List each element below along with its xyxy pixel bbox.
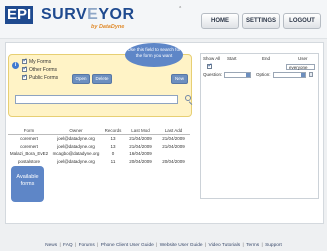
footer-link-website-guide[interactable]: Website User Guide — [160, 243, 203, 248]
cell-last-add: 21/04/2009 — [162, 136, 185, 142]
col-last-add[interactable]: Last Add — [157, 126, 190, 135]
new-button[interactable]: New — [171, 74, 188, 84]
search-help-tooltip: Use this field to search for the form yo… — [125, 43, 183, 67]
logout-button[interactable]: LOGOUT — [283, 13, 321, 29]
cell-form: coremert — [20, 143, 38, 149]
footer-link-video-tutorials[interactable]: Video Tutorials — [209, 243, 241, 248]
cell-last-mod: 16/04/2009 — [129, 151, 152, 157]
option-label: Option: — [256, 72, 271, 77]
cell-records: 11 — [110, 158, 116, 164]
cell-last-add: 20/04/2009 — [162, 158, 185, 164]
cell-records: 13 — [110, 143, 116, 149]
footer-link-forums[interactable]: Forums — [79, 243, 95, 248]
col-last-mod[interactable]: Last Mod — [124, 126, 157, 135]
col-records[interactable]: Records — [102, 126, 124, 135]
table-row[interactable]: Malazi_Bora_EvE2 mcagbo@datadyne.org 0 1… — [8, 150, 190, 158]
cell-owner: joel@datadyne.org — [57, 143, 95, 149]
footer-link-phone-guide[interactable]: Phone Client User Guide — [101, 243, 154, 248]
question-label: Question: — [203, 72, 223, 77]
info-icon[interactable]: i — [12, 62, 19, 69]
logo-epi: EPI — [5, 6, 34, 24]
end-label: End — [262, 56, 271, 61]
search-input[interactable] — [15, 95, 178, 104]
cell-records: 13 — [110, 136, 116, 142]
cell-last-add: 21/04/2009 — [162, 143, 185, 149]
show-all-checkbox[interactable] — [207, 62, 213, 69]
other-forms-label: Other Forms — [29, 66, 58, 73]
home-button[interactable]: HOME — [201, 13, 239, 29]
cell-last-mod: 21/04/2009 — [129, 136, 152, 142]
cell-last-add — [157, 150, 190, 158]
public-forms-checkbox-row[interactable]: Public Forms — [22, 73, 59, 81]
forms-table: Form Owner Records Last Mod Last Add cor… — [8, 126, 190, 165]
logo-tagline: by DataDyne — [91, 24, 125, 30]
col-form[interactable]: Form — [8, 126, 50, 135]
cell-owner: joel@datadyne.org — [57, 158, 95, 164]
table-header-row: Form Owner Records Last Mod Last Add — [8, 126, 190, 135]
header: EPI SURVEYOR by DataDyne a HOME SETTINGS… — [0, 0, 327, 39]
cell-form: postalstore — [17, 158, 40, 164]
cell-last-mod: 21/04/2009 — [129, 143, 152, 149]
start-label: Start — [227, 56, 237, 61]
footer-link-news[interactable]: News — [45, 243, 57, 248]
records-filter-panel: Show All Start End User everyone Questio… — [200, 53, 319, 199]
other-forms-checkbox-row[interactable]: Other Forms — [22, 65, 58, 73]
public-forms-checkbox[interactable] — [22, 73, 28, 80]
search-icon[interactable] — [185, 95, 191, 101]
cell-form: coremert — [20, 136, 38, 142]
show-all-label: Show All — [203, 56, 221, 61]
table-row[interactable]: coremert joel@datadyne.org 13 21/04/2009… — [8, 135, 190, 143]
logo-surveyor: SURVEYOR — [41, 6, 135, 23]
footer-link-support[interactable]: Support — [265, 243, 282, 248]
filter-icon[interactable] — [309, 72, 313, 77]
table-row[interactable]: postalstore joel@datadyne.org 11 20/04/2… — [8, 158, 190, 166]
delete-button[interactable]: Delete — [92, 74, 112, 84]
user-field[interactable]: everyone — [286, 64, 315, 70]
public-forms-label: Public Forms — [29, 74, 59, 81]
cell-records: 0 — [111, 151, 115, 157]
header-badge: a — [179, 4, 182, 9]
footer: News | FAQ | Forums | Phone Client User … — [45, 243, 282, 248]
cell-owner: joel@datadyne.org — [57, 136, 95, 142]
my-forms-checkbox[interactable] — [22, 57, 28, 64]
footer-link-faq[interactable]: FAQ — [63, 243, 73, 248]
footer-link-terms[interactable]: Terms — [246, 243, 259, 248]
question-select[interactable] — [224, 72, 251, 78]
cell-owner: mcagbo@datadyne.org — [52, 151, 100, 157]
table-row[interactable]: coremert joel@datadyne.org 13 21/04/2009… — [8, 143, 190, 151]
option-select[interactable] — [273, 72, 306, 78]
my-forms-label: My Forms — [29, 58, 52, 65]
other-forms-checkbox[interactable] — [22, 65, 28, 72]
settings-button[interactable]: SETTINGS — [242, 13, 280, 29]
cell-last-mod: 20/04/2009 — [129, 158, 152, 164]
main-panel: i My Forms Other Forms Public Forms Open… — [5, 42, 324, 224]
user-label: User — [298, 56, 308, 61]
open-button[interactable]: Open — [72, 74, 90, 84]
available-forms-tooltip: Available forms — [11, 166, 44, 202]
col-owner[interactable]: Owner — [50, 126, 102, 135]
my-forms-checkbox-row[interactable]: My Forms — [22, 57, 52, 65]
cell-form: Malazi_Bora_EvE2 — [9, 151, 49, 157]
